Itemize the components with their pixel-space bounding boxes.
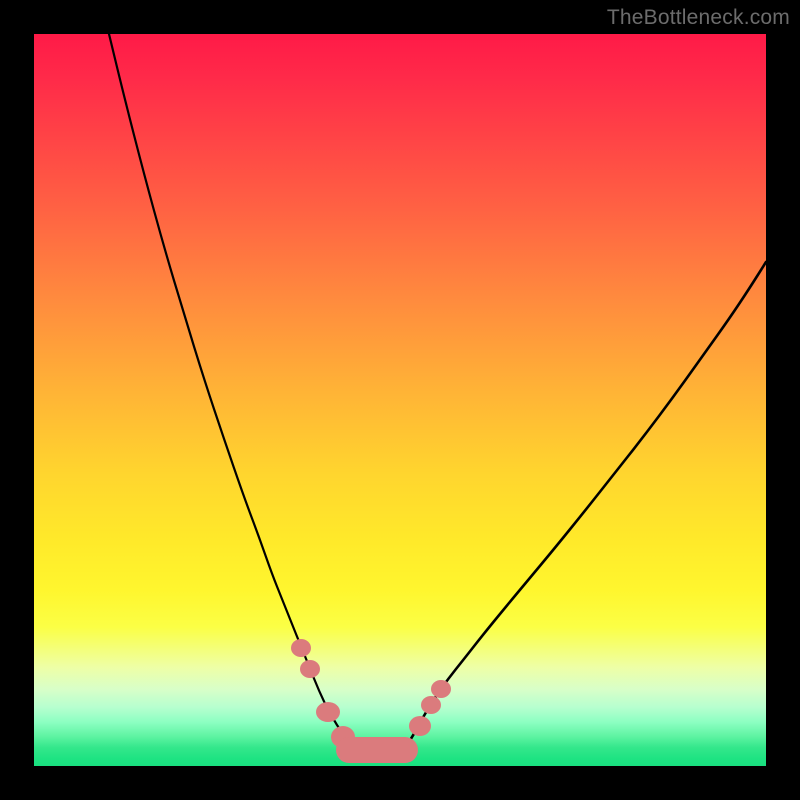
right-curve: [404, 262, 766, 750]
curves-svg: [34, 34, 766, 766]
watermark-text: TheBottleneck.com: [607, 6, 790, 30]
valley-bottom-marker: [336, 737, 418, 763]
markers-group: [291, 639, 451, 763]
chart-frame: TheBottleneck.com: [0, 0, 800, 800]
plot-area: [34, 34, 766, 766]
data-marker: [300, 660, 320, 678]
data-marker: [431, 680, 451, 698]
data-marker: [316, 702, 340, 722]
data-marker: [421, 696, 441, 714]
data-marker: [409, 716, 431, 736]
data-marker: [291, 639, 311, 657]
left-curve: [109, 34, 356, 748]
